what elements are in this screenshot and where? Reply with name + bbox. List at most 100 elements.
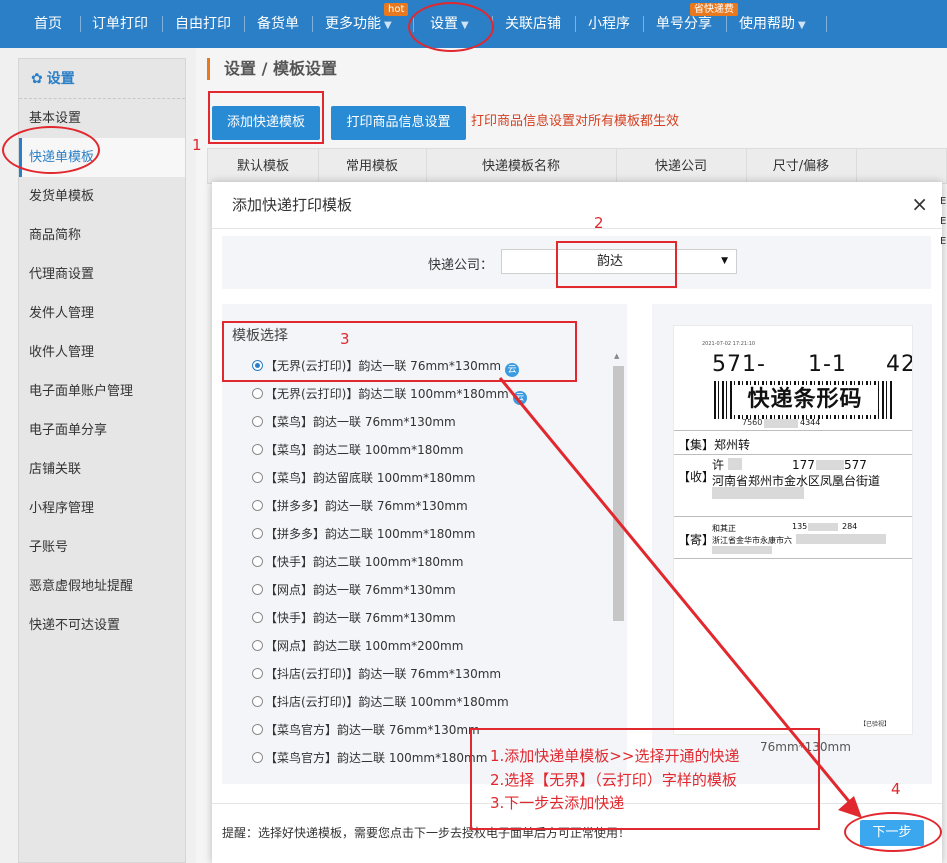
template-option[interactable]: 【菜鸟】韵达一联 76mm*130mm: [252, 412, 456, 432]
clipped-cell: E: [940, 236, 947, 247]
gear-icon: ✿: [31, 71, 43, 87]
send-phone-b: 284: [842, 522, 858, 531]
template-option-label: 【拼多多】韵达一联 76mm*130mm: [265, 499, 468, 513]
radio-button[interactable]: [252, 752, 263, 763]
company-select[interactable]: 韵达 ▼: [501, 249, 737, 274]
preview-code-a: 571-: [712, 352, 766, 377]
scrollbar-thumb[interactable]: [613, 366, 624, 621]
preview-code-b: 1-1: [808, 352, 847, 377]
template-option-label: 【抖店(云打印)】韵达一联 76mm*130mm: [265, 667, 502, 681]
radio-button[interactable]: [252, 528, 263, 539]
recv-tag: 【收】: [678, 470, 715, 484]
template-option[interactable]: 【菜鸟】韵达留底联 100mm*180mm: [252, 468, 475, 488]
sidebar-item-invoice-template[interactable]: 发货单模板: [19, 177, 185, 216]
template-option[interactable]: 【菜鸟官方】韵达一联 76mm*130mm: [252, 720, 480, 740]
add-express-template-button[interactable]: 添加快递模板: [212, 106, 320, 140]
sidebar-item-product-alias[interactable]: 商品简称: [19, 216, 185, 255]
nav-settings-label: 设置: [430, 16, 458, 32]
radio-button[interactable]: [252, 584, 263, 595]
template-option-label: 【网点】韵达二联 100mm*200mm: [265, 639, 464, 653]
radio-button[interactable]: [252, 612, 263, 623]
cloud-print-icon: 云: [505, 363, 520, 377]
nav-divider: [413, 16, 414, 32]
sidebar-item-shop-link[interactable]: 店铺关联: [19, 450, 185, 489]
sidebar-item-mini-program[interactable]: 小程序管理: [19, 489, 185, 528]
barcode-number-a: 7560: [742, 418, 763, 427]
template-option[interactable]: 【拼多多】韵达一联 76mm*130mm: [252, 496, 468, 516]
template-option[interactable]: 【菜鸟官方】韵达二联 100mm*180mm: [252, 748, 487, 768]
template-option[interactable]: 【无界(云打印)】韵达一联 76mm*130mm 云: [252, 356, 520, 377]
template-option[interactable]: 【网点】韵达一联 76mm*130mm: [252, 580, 456, 600]
dist-value: 郑州转: [714, 438, 751, 452]
template-option-label: 【菜鸟官方】韵达二联 100mm*180mm: [265, 751, 488, 765]
top-nav: 首页 订单打印 自由打印 备货单 更多功能 ▼ hot 设置 ▼ 关联店铺 小程序 …: [0, 0, 947, 48]
nav-more-features[interactable]: 更多功能 ▼: [325, 0, 392, 48]
sidebar-title: 设置: [46, 71, 75, 87]
next-step-button[interactable]: 下一步: [860, 820, 924, 846]
nav-free-print[interactable]: 自由打印: [175, 0, 231, 48]
nav-help-label: 使用帮助: [739, 16, 795, 32]
radio-button[interactable]: [252, 696, 263, 707]
nav-settings[interactable]: 设置 ▼: [430, 0, 469, 48]
sidebar-item-waybill-share[interactable]: 电子面单分享: [19, 411, 185, 450]
close-icon[interactable]: ×: [911, 192, 928, 216]
preview-divider: [674, 454, 912, 455]
company-select-value: 韵达: [596, 254, 623, 269]
nav-help[interactable]: 使用帮助 ▼: [739, 0, 806, 48]
sidebar-item-unreachable-settings[interactable]: 快递不可达设置: [19, 606, 185, 645]
nav-mini-program[interactable]: 小程序: [588, 0, 630, 48]
radio-button[interactable]: [252, 388, 263, 399]
annotation-notes: 1.添加快递单模板>>选择开通的快递 2.选择【无界】（云打印）字样的模板 3.…: [470, 728, 820, 830]
template-option[interactable]: 【拼多多】韵达二联 100mm*180mm: [252, 524, 475, 544]
sidebar-item-sub-accounts[interactable]: 子账号: [19, 528, 185, 567]
scroll-up-icon[interactable]: ▲: [614, 352, 619, 360]
template-option[interactable]: 【抖店(云打印)】韵达一联 76mm*130mm: [252, 664, 501, 684]
preview-divider: [674, 430, 912, 431]
column-divider: [856, 149, 857, 185]
radio-button[interactable]: [252, 668, 263, 679]
nav-divider: [80, 16, 81, 32]
template-option[interactable]: 【快手】韵达一联 76mm*130mm: [252, 608, 456, 628]
print-product-info-button[interactable]: 打印商品信息设置: [331, 106, 466, 140]
blurred-address: [796, 534, 886, 544]
nav-linked-shops[interactable]: 关联店铺: [505, 0, 561, 48]
radio-button[interactable]: [252, 472, 263, 483]
nav-home[interactable]: 首页: [34, 0, 62, 48]
recv-phone-b: 577: [844, 458, 867, 472]
template-option-label: 【无界(云打印)】韵达一联 76mm*130mm: [265, 359, 502, 373]
annotation-note-1: 1.添加快递单模板>>选择开通的快递: [490, 747, 740, 765]
sidebar-item-recipient-management[interactable]: 收件人管理: [19, 333, 185, 372]
modal-title: 添加快递打印模板: [232, 196, 353, 214]
nav-divider: [643, 16, 644, 32]
sidebar-item-waybill-accounts[interactable]: 电子面单账户管理: [19, 372, 185, 411]
template-option[interactable]: 【菜鸟】韵达二联 100mm*180mm: [252, 440, 463, 460]
radio-button[interactable]: [252, 416, 263, 427]
sidebar-item-agent-settings[interactable]: 代理商设置: [19, 255, 185, 294]
cloud-print-icon: 云: [512, 391, 527, 405]
template-option[interactable]: 【无界(云打印)】韵达二联 100mm*180mm 云: [252, 384, 527, 405]
waybill-preview: 2021-07-02 17:21:10 571- 1-1 42 快递条形码 75…: [673, 325, 913, 735]
preview-date: 2021-07-02 17:21:10: [702, 341, 756, 347]
sidebar-item-basic-settings[interactable]: 基本设置: [19, 99, 185, 138]
template-option-label: 【菜鸟】韵达留底联 100mm*180mm: [265, 471, 476, 485]
radio-button[interactable]: [252, 444, 263, 455]
breadcrumb: 设置 / 模板设置: [207, 58, 337, 80]
template-option[interactable]: 【快手】韵达二联 100mm*180mm: [252, 552, 463, 572]
radio-button[interactable]: [252, 724, 263, 735]
template-option[interactable]: 【网点】韵达二联 100mm*200mm: [252, 636, 463, 656]
clipped-cell: E: [940, 216, 947, 227]
radio-button[interactable]: [252, 640, 263, 651]
recv-phone-a: 177: [792, 458, 815, 472]
annotation-number-1: 1: [192, 136, 202, 154]
sidebar-item-express-template[interactable]: 快递单模板: [19, 138, 185, 177]
sidebar-item-fake-address-alert[interactable]: 恶意虚假地址提醒: [19, 567, 185, 606]
nav-stock-list[interactable]: 备货单: [257, 0, 299, 48]
radio-button[interactable]: [252, 556, 263, 567]
sidebar-item-sender-management[interactable]: 发件人管理: [19, 294, 185, 333]
template-option[interactable]: 【抖店(云打印)】韵达二联 100mm*180mm: [252, 692, 509, 712]
radio-button[interactable]: [252, 360, 263, 371]
blurred-address: [712, 487, 804, 499]
radio-button[interactable]: [252, 500, 263, 511]
nav-order-print[interactable]: 订单打印: [92, 0, 148, 48]
template-option-label: 【拼多多】韵达二联 100mm*180mm: [265, 527, 476, 541]
